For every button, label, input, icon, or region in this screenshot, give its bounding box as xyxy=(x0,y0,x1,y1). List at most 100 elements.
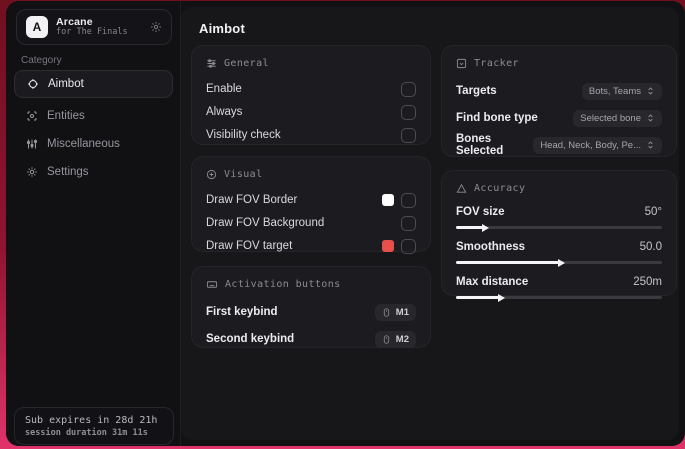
row-label: FOV size xyxy=(456,206,505,218)
activation-row-second: Second keybind M2 xyxy=(206,326,416,352)
sidebar-item-entities[interactable]: Entities xyxy=(14,105,173,127)
select-value: Head, Neck, Body, Pe... xyxy=(540,139,641,151)
sidebar: A Arcane for The Finals Category Aimbot xyxy=(6,1,181,446)
row-label: Visibility check xyxy=(206,129,281,141)
app-window: A Arcane for The Finals Category Aimbot xyxy=(6,1,685,446)
fov-border-checkbox[interactable] xyxy=(401,192,416,208)
accuracy-icon xyxy=(456,183,467,194)
general-row-always: Always xyxy=(206,101,416,123)
bones-selected-select[interactable]: Head, Neck, Body, Pe... xyxy=(533,136,662,154)
subscription-card: Sub expires in 28d 21h session duration … xyxy=(14,407,174,445)
category-label: Category xyxy=(21,55,62,66)
row-label: Draw FOV target xyxy=(206,240,293,252)
app-header-card: A Arcane for The Finals xyxy=(16,9,172,45)
card-title-text: Visual xyxy=(224,169,263,180)
mouse-icon xyxy=(382,334,391,345)
sidebar-item-miscellaneous[interactable]: Miscellaneous xyxy=(14,133,173,155)
row-label: Smoothness xyxy=(456,241,526,253)
mouse-icon xyxy=(382,307,391,318)
slider-fill xyxy=(456,293,506,302)
row-label: Draw FOV Border xyxy=(206,194,298,206)
general-row-enable: Enable xyxy=(206,78,416,100)
chevron-updown-icon xyxy=(646,86,655,96)
accuracy-row-max-distance: Max distance 250m xyxy=(456,273,662,302)
session-duration-text: session duration 31m 11s xyxy=(25,427,148,438)
sidebar-item-label: Aimbot xyxy=(48,78,84,90)
sidebar-item-label: Miscellaneous xyxy=(47,138,120,150)
targets-select[interactable]: Bots, Teams xyxy=(581,82,662,100)
enable-checkbox[interactable] xyxy=(401,81,416,97)
card-title-text: Tracker xyxy=(474,58,519,69)
row-label: Targets xyxy=(456,85,497,97)
tracker-card: Tracker Targets Bots, Teams Find bone ty… xyxy=(441,45,677,157)
row-label: Enable xyxy=(206,83,242,95)
row-label: First keybind xyxy=(206,306,278,318)
row-label: Max distance xyxy=(456,276,529,288)
card-title-text: Accuracy xyxy=(474,183,526,194)
tracker-row-targets: Targets Bots, Teams xyxy=(456,78,662,104)
slider-thumb[interactable] xyxy=(481,223,489,232)
general-row-visibility: Visibility check xyxy=(206,124,416,146)
always-checkbox[interactable] xyxy=(401,104,416,120)
sidebar-item-label: Settings xyxy=(47,166,89,178)
max-distance-slider[interactable] xyxy=(456,293,662,302)
slider-thumb[interactable] xyxy=(558,258,565,267)
main-panel: Aimbot General Enable Always Visibility … xyxy=(181,7,679,440)
visual-row-fov-border: Draw FOV Border xyxy=(206,189,416,211)
sliders-icon xyxy=(26,138,38,150)
gear-icon[interactable] xyxy=(150,21,162,33)
second-keybind-button[interactable]: M2 xyxy=(374,330,416,348)
sub-expiry-text: Sub expires in 28d 21h xyxy=(25,414,158,426)
activation-row-first: First keybind M1 xyxy=(206,299,416,325)
accuracy-card: Accuracy FOV size 50° Smoothness 50.0 Ma… xyxy=(441,170,677,302)
keybind-value: M1 xyxy=(395,306,409,318)
visibility-check-checkbox[interactable] xyxy=(401,127,416,143)
activation-card: Activation buttons First keybind M1 Seco… xyxy=(191,266,431,348)
keyboard-icon xyxy=(206,279,218,290)
app-logo: A xyxy=(26,16,48,38)
accuracy-row-fov-size: FOV size 50° xyxy=(456,203,662,232)
select-value: Selected bone xyxy=(580,112,641,124)
row-label: Find bone type xyxy=(456,112,538,124)
fov-target-color-swatch[interactable] xyxy=(382,240,394,252)
tracker-row-bones-selected: Bones Selected Head, Neck, Body, Pe... xyxy=(456,132,662,158)
sidebar-item-aimbot[interactable]: Aimbot xyxy=(14,70,173,98)
tracker-icon xyxy=(456,58,467,69)
app-title-block: Arcane for The Finals xyxy=(56,16,142,38)
select-value: Bots, Teams xyxy=(588,85,641,97)
first-keybind-button[interactable]: M1 xyxy=(374,303,416,321)
fov-target-checkbox[interactable] xyxy=(401,238,416,254)
row-label: Draw FOV Background xyxy=(206,217,325,229)
row-label: Always xyxy=(206,106,243,118)
chevron-updown-icon xyxy=(646,140,655,150)
crosshair-icon xyxy=(27,78,39,90)
app-subtitle: for The Finals xyxy=(56,27,128,38)
bone-type-select[interactable]: Selected bone xyxy=(573,109,662,127)
slider-thumb[interactable] xyxy=(498,293,506,302)
tracker-row-bone-type: Find bone type Selected bone xyxy=(456,105,662,131)
slider-value: 50° xyxy=(644,206,662,218)
slider-value: 50.0 xyxy=(639,241,662,253)
card-title-text: General xyxy=(224,58,269,69)
fov-border-color-swatch[interactable] xyxy=(382,194,394,206)
row-label: Bones Selected xyxy=(456,133,504,157)
fov-background-checkbox[interactable] xyxy=(401,215,416,231)
entities-icon xyxy=(26,110,38,122)
general-card: General Enable Always Visibility check xyxy=(191,45,431,145)
sidebar-item-label: Entities xyxy=(47,110,85,122)
fov-size-slider[interactable] xyxy=(456,223,662,232)
visual-row-fov-target: Draw FOV target xyxy=(206,235,416,257)
slider-value: 250m xyxy=(633,276,662,288)
smoothness-slider[interactable] xyxy=(456,258,662,267)
chevron-updown-icon xyxy=(646,113,655,123)
row-label: Second keybind xyxy=(206,333,295,345)
visual-card: Visual Draw FOV Border Draw FOV Backgrou… xyxy=(191,156,431,254)
settings-gear-icon xyxy=(26,166,38,178)
keybind-value: M2 xyxy=(395,333,409,345)
visual-row-fov-background: Draw FOV Background xyxy=(206,212,416,234)
sidebar-item-settings[interactable]: Settings xyxy=(14,161,173,183)
slider-fill xyxy=(456,223,489,232)
card-title-text: Activation buttons xyxy=(225,279,341,290)
accuracy-row-smoothness: Smoothness 50.0 xyxy=(456,238,662,267)
page-title: Aimbot xyxy=(199,21,245,36)
